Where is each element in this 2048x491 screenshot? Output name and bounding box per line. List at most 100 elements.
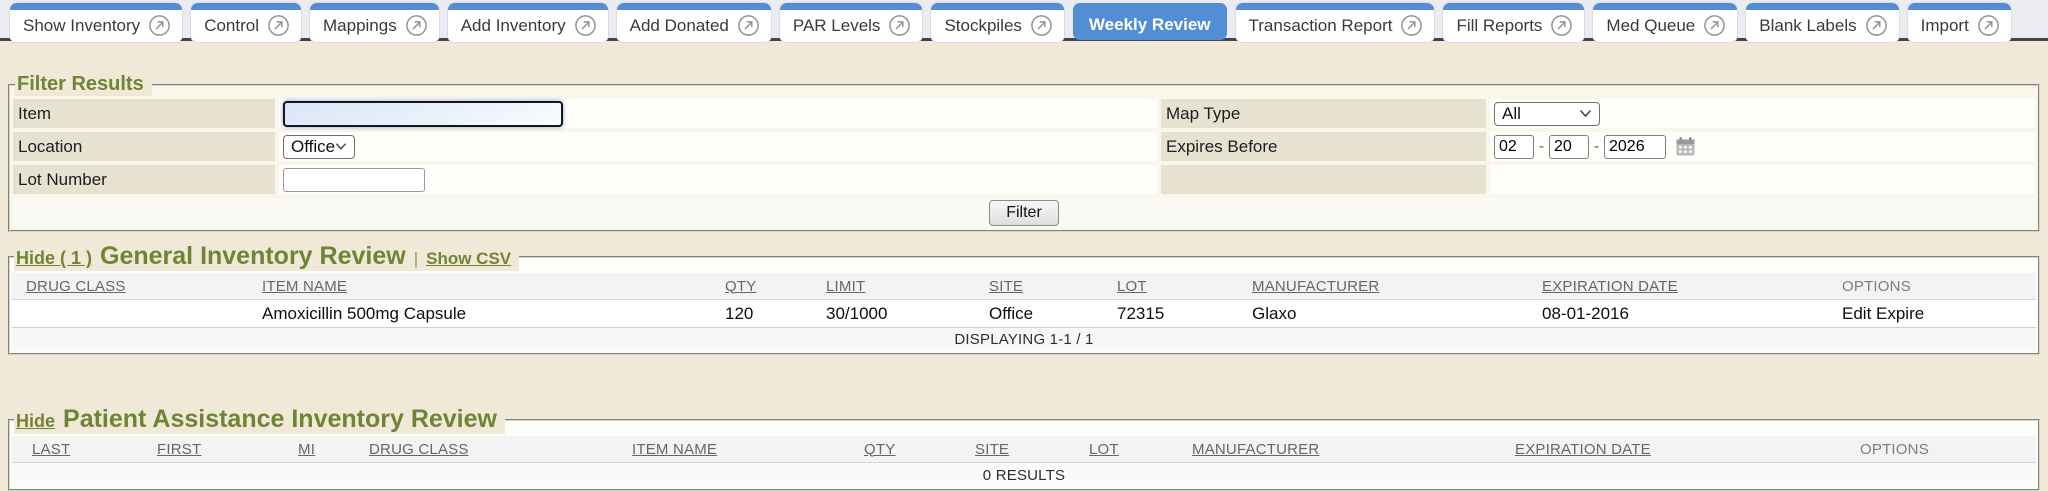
expires-year-input[interactable] <box>1604 135 1666 159</box>
chevron-down-icon <box>1579 109 1592 118</box>
empty-label-cell <box>1161 165 1486 194</box>
expires-day-input[interactable] <box>1549 135 1589 159</box>
external-link-icon[interactable] <box>1550 14 1573 37</box>
col-drug-class[interactable]: DRUG CLASS <box>26 278 262 295</box>
expires-before-label: Expires Before <box>1161 132 1486 161</box>
tab-blank-labels[interactable]: Blank Labels <box>1746 3 1898 42</box>
col-item-name[interactable]: ITEM NAME <box>632 441 864 458</box>
col-item-name[interactable]: ITEM NAME <box>262 278 725 295</box>
general-table-header: DRUG CLASS ITEM NAME QTY LIMIT SITE LOT … <box>12 273 2036 300</box>
tab-accent-bar <box>1746 3 1898 10</box>
chevron-down-icon <box>335 142 347 151</box>
tab-label: Import <box>1921 15 1969 36</box>
calendar-icon[interactable] <box>1675 136 1696 157</box>
external-link-icon[interactable] <box>267 14 290 37</box>
external-link-icon[interactable] <box>1977 14 2000 37</box>
edit-expire-links[interactable]: Edit Expire <box>1842 304 2036 324</box>
filter-grid: Item Map Type All Location Office Expire… <box>13 99 2035 227</box>
patient-assistance-legend: Hide Patient Assistance Inventory Review <box>14 405 505 434</box>
tab-stockpiles[interactable]: Stockpiles <box>931 3 1063 42</box>
show-csv-link[interactable]: Show CSV <box>426 249 511 269</box>
col-first[interactable]: FIRST <box>157 441 298 458</box>
cell-lot: 72315 <box>1117 304 1252 324</box>
col-limit[interactable]: LIMIT <box>826 278 989 295</box>
tab-label: Med Queue <box>1606 15 1695 36</box>
item-label: Item <box>13 99 275 128</box>
date-separator: - <box>1594 138 1599 155</box>
col-manufacturer[interactable]: MANUFACTURER <box>1192 441 1515 458</box>
col-manufacturer[interactable]: MANUFACTURER <box>1252 278 1542 295</box>
tab-transaction-report[interactable]: Transaction Report <box>1236 3 1435 42</box>
tab-label: Fill Reports <box>1456 15 1542 36</box>
tab-accent-bar <box>1236 3 1435 10</box>
tab-control[interactable]: Control <box>191 3 301 42</box>
tab-fill-reports[interactable]: Fill Reports <box>1443 3 1584 42</box>
patient-assistance-section: Hide Patient Assistance Inventory Review… <box>8 405 2040 491</box>
external-link-icon[interactable] <box>574 14 597 37</box>
patient-assistance-title: Patient Assistance Inventory Review <box>63 405 497 434</box>
tab-accent-bar <box>1593 3 1737 10</box>
external-link-icon[interactable] <box>1030 14 1053 37</box>
item-input[interactable] <box>283 101 563 127</box>
col-qty[interactable]: QTY <box>725 278 826 295</box>
location-select[interactable]: Office <box>283 135 355 159</box>
tab-accent-bar <box>1908 3 2011 10</box>
tab-mappings[interactable]: Mappings <box>310 3 439 42</box>
tab-weekly-review[interactable]: Weekly Review <box>1073 3 1227 40</box>
lot-number-label: Lot Number <box>13 165 275 194</box>
tab-med-queue[interactable]: Med Queue <box>1593 3 1737 42</box>
tab-accent-bar <box>191 3 301 10</box>
tab-add-donated[interactable]: Add Donated <box>617 3 771 42</box>
tab-accent-bar <box>448 3 608 10</box>
patient-empty-results: 0 RESULTS <box>12 463 2036 487</box>
filter-results-section: Filter Results Item Map Type All Locatio… <box>8 73 2040 232</box>
tab-add-inventory[interactable]: Add Inventory <box>448 3 608 42</box>
lot-number-input[interactable] <box>283 168 425 192</box>
col-expiration-date[interactable]: EXPIRATION DATE <box>1515 441 1860 458</box>
hide-patient-link[interactable]: Hide <box>16 411 55 432</box>
table-row: Amoxicillin 500mg Capsule 120 30/1000 Of… <box>12 300 2036 328</box>
tab-par-levels[interactable]: PAR Levels <box>780 3 923 42</box>
filter-button[interactable]: Filter <box>989 200 1059 226</box>
external-link-icon[interactable] <box>1865 14 1888 37</box>
col-site[interactable]: SITE <box>989 278 1117 295</box>
external-link-icon[interactable] <box>737 14 760 37</box>
location-label: Location <box>13 132 275 161</box>
tab-label: Mappings <box>323 15 397 36</box>
general-inventory-section: Hide ( 1 ) General Inventory Review | Sh… <box>8 242 2040 355</box>
hide-general-link[interactable]: Hide ( 1 ) <box>16 248 92 269</box>
external-link-icon[interactable] <box>405 14 428 37</box>
external-link-icon[interactable] <box>148 14 171 37</box>
top-nav: Show Inventory Control Mappings Add Inve… <box>0 0 2048 41</box>
col-qty[interactable]: QTY <box>864 441 975 458</box>
expires-before-cell: - - <box>1490 132 2035 161</box>
cell-manufacturer: Glaxo <box>1252 304 1542 324</box>
map-type-select[interactable]: All <box>1494 102 1600 126</box>
tab-accent-bar <box>931 3 1063 10</box>
tab-label: Weekly Review <box>1089 14 1211 35</box>
tab-accent-bar <box>1073 3 1227 10</box>
col-expiration-date[interactable]: EXPIRATION DATE <box>1542 278 1842 295</box>
general-paging-status: DISPLAYING 1-1 / 1 <box>12 328 2036 351</box>
tab-label: PAR Levels <box>793 15 881 36</box>
map-type-cell: All <box>1490 99 2035 128</box>
col-lot[interactable]: LOT <box>1089 441 1192 458</box>
map-type-selected-value: All <box>1502 104 1521 124</box>
cell-qty: 120 <box>725 304 826 324</box>
expires-month-input[interactable] <box>1494 135 1534 159</box>
external-link-icon[interactable] <box>1400 14 1423 37</box>
col-mi[interactable]: MI <box>298 441 369 458</box>
col-drug-class[interactable]: DRUG CLASS <box>369 441 632 458</box>
col-site[interactable]: SITE <box>975 441 1089 458</box>
patient-table-header: LAST FIRST MI DRUG CLASS ITEM NAME QTY S… <box>12 436 2036 463</box>
col-last[interactable]: LAST <box>32 441 157 458</box>
external-link-icon[interactable] <box>888 14 911 37</box>
filter-results-legend: Filter Results <box>15 73 152 96</box>
tab-show-inventory[interactable]: Show Inventory <box>10 3 182 42</box>
item-input-cell <box>279 99 1157 128</box>
cell-item-name: Amoxicillin 500mg Capsule <box>262 304 725 324</box>
external-link-icon[interactable] <box>1703 14 1726 37</box>
col-lot[interactable]: LOT <box>1117 278 1252 295</box>
tab-label: Blank Labels <box>1759 15 1856 36</box>
tab-import[interactable]: Import <box>1908 3 2011 42</box>
